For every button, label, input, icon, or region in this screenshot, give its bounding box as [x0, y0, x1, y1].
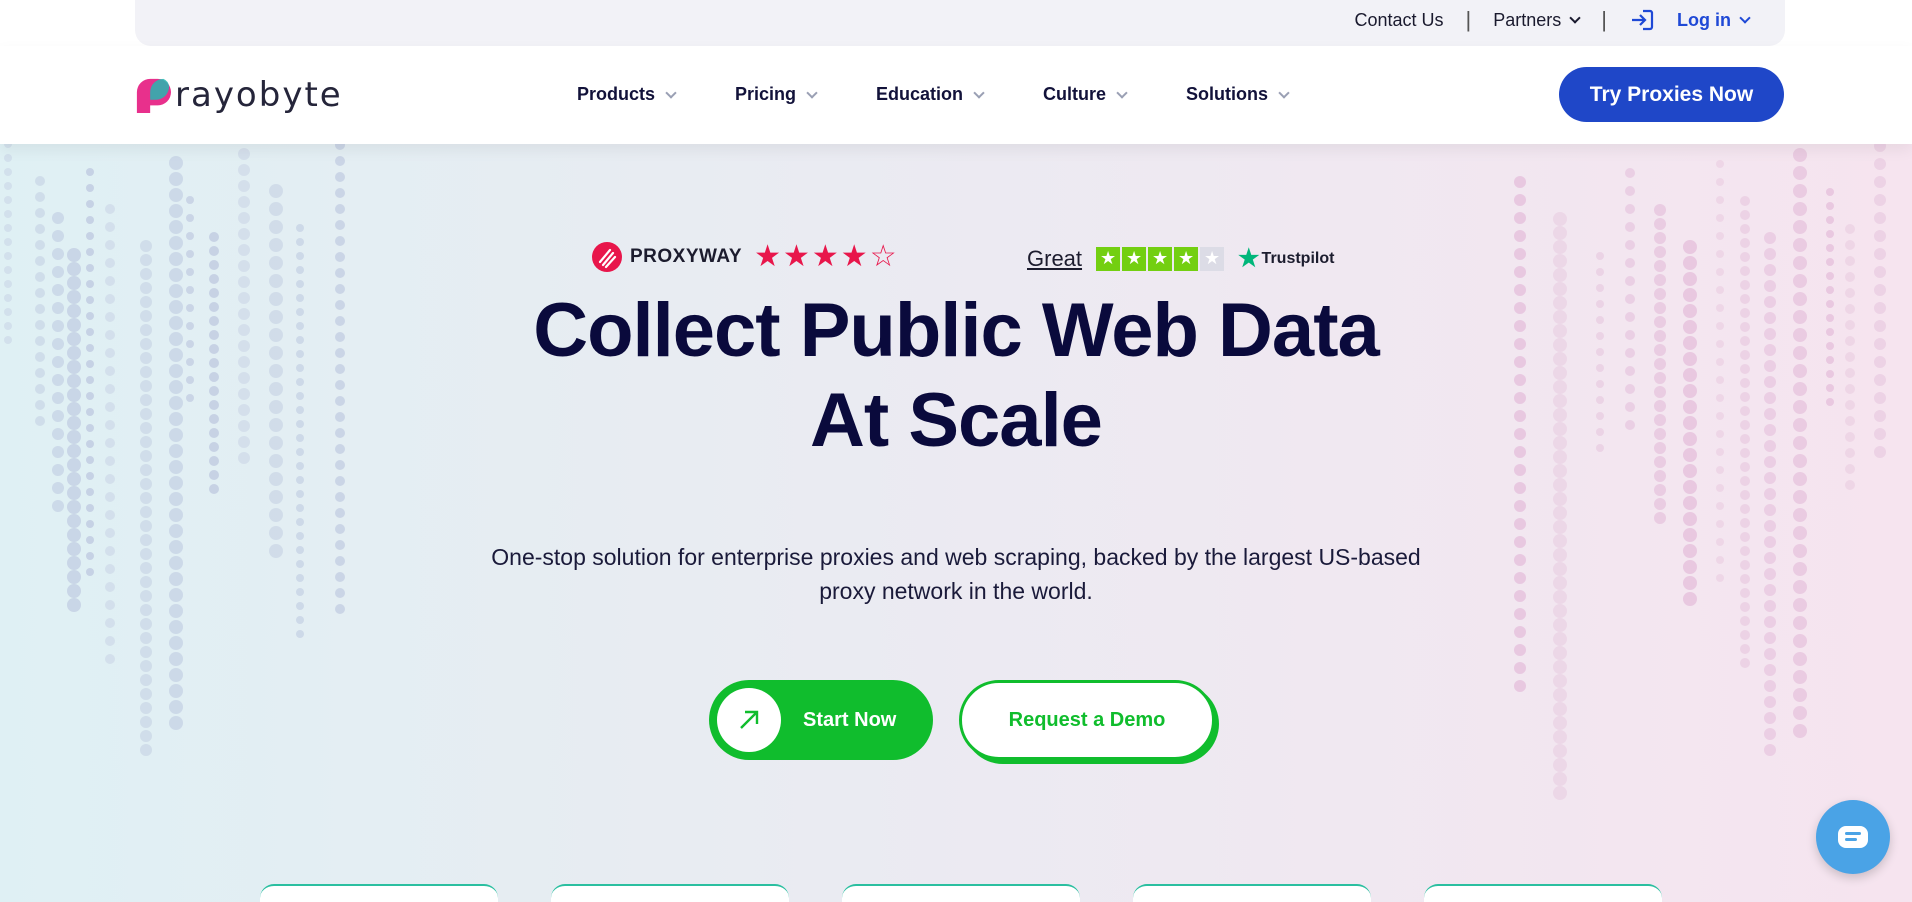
partners-menu[interactable]: Partners: [1493, 9, 1581, 31]
nav-item-label: Culture: [1043, 84, 1107, 104]
partners-label: Partners: [1493, 9, 1562, 30]
ratings-row: PROXYWAY ★ ★ ★ ★ ☆ Great ★ ★ ★ ★ ★ ★ Tru…: [0, 242, 1912, 282]
feature-card[interactable]: [1133, 884, 1371, 902]
star-filled-icon: ★: [811, 240, 839, 273]
hero-headline: Collect Public Web Data At Scale: [0, 286, 1912, 466]
start-now-button[interactable]: Start Now: [709, 680, 933, 760]
nav-item-label: Education: [876, 84, 964, 104]
proxyway-name: PROXYWAY: [630, 246, 743, 267]
nav-item-solutions[interactable]: Solutions: [1186, 84, 1290, 105]
divider: |: [1465, 7, 1472, 32]
star-filled-icon: ★: [840, 240, 868, 273]
star-empty-icon: ★: [1200, 246, 1225, 271]
feature-card[interactable]: [260, 884, 498, 902]
star-filled-icon: ★: [754, 240, 781, 273]
proxyway-stars: ★ ★ ★ ★ ☆: [754, 242, 897, 272]
logo[interactable]: rayobyte: [135, 75, 343, 115]
hero-cta-group: Start Now Request a Demo: [709, 680, 1215, 760]
nav-item-label: Solutions: [1186, 84, 1269, 104]
star-filled-icon: ★: [1096, 246, 1121, 271]
trustpilot-brand-label: Trustpilot: [1261, 249, 1335, 267]
feature-card[interactable]: [842, 884, 1080, 902]
hero-section: PROXYWAY ★ ★ ★ ★ ☆ Great ★ ★ ★ ★ ★ ★ Tru…: [0, 144, 1912, 902]
login-label: Log in: [1677, 9, 1731, 30]
logo-mark-icon: [136, 78, 171, 113]
feature-card[interactable]: [551, 884, 789, 902]
nav-item-products[interactable]: Products: [577, 84, 677, 105]
utility-links: Contact Us | Partners | Log in: [1355, 7, 1751, 33]
star-filled-icon: ★: [1122, 246, 1147, 271]
hero-subtext: One-stop solution for enterprise proxies…: [0, 540, 1912, 608]
login-arrow-icon: [1632, 9, 1654, 31]
chevron-down-icon: [665, 86, 677, 99]
subtext-line-1: One-stop solution for enterprise proxies…: [491, 544, 1421, 570]
nav-item-label: Pricing: [735, 84, 797, 104]
trustpilot-brand: ★ Trustpilot: [1238, 244, 1334, 273]
contact-us-link[interactable]: Contact Us: [1355, 10, 1444, 31]
start-circle: [717, 688, 781, 752]
feature-card[interactable]: [1424, 884, 1662, 902]
nav-item-culture[interactable]: Culture: [1043, 84, 1128, 105]
trustpilot-label: Great: [1027, 245, 1083, 271]
chevron-down-icon: [806, 86, 818, 99]
request-demo-button[interactable]: Request a Demo: [959, 680, 1215, 760]
star-filled-icon: ★: [782, 240, 810, 273]
chat-launcher-button[interactable]: [1816, 800, 1890, 874]
main-navbar: rayobyte Products Pricing Education Cult…: [0, 46, 1912, 144]
star-empty-icon: ☆: [869, 240, 897, 273]
trustpilot-stars: ★ ★ ★ ★ ★: [1096, 246, 1225, 271]
proxyway-rating[interactable]: PROXYWAY ★ ★ ★ ★ ☆: [592, 242, 897, 272]
chevron-down-icon: [1569, 12, 1581, 24]
chevron-down-icon: [1278, 86, 1290, 99]
star-filled-icon: ★: [1174, 246, 1199, 271]
divider: |: [1601, 7, 1608, 32]
start-now-label: Start Now: [803, 708, 897, 731]
star-filled-icon: ★: [1148, 246, 1173, 271]
headline-line-1: Collect Public Web Data: [533, 288, 1380, 373]
trustpilot-rating[interactable]: Great ★ ★ ★ ★ ★ ★ Trustpilot: [1027, 244, 1334, 273]
chevron-down-icon: [973, 86, 985, 99]
nav-item-education[interactable]: Education: [876, 84, 985, 105]
chat-icon: [1838, 826, 1868, 848]
utility-bar: Contact Us | Partners | Log in: [135, 0, 1785, 46]
logo-wordmark: rayobyte: [175, 75, 343, 115]
headline-line-2: At Scale: [810, 378, 1103, 463]
nav-item-pricing[interactable]: Pricing: [735, 84, 818, 105]
arrow-up-right-icon: [740, 710, 759, 729]
login-menu[interactable]: Log in: [1629, 8, 1751, 32]
chevron-down-icon: [1739, 12, 1751, 24]
nav-menu: Products Pricing Education Culture Solut…: [577, 84, 1290, 105]
proxyway-logo-icon: [592, 242, 622, 272]
trustpilot-star-icon: ★: [1238, 245, 1260, 272]
chevron-down-icon: [1116, 86, 1128, 99]
subtext-line-2: proxy network in the world.: [819, 578, 1093, 604]
nav-item-label: Products: [577, 84, 656, 104]
try-proxies-button[interactable]: Try Proxies Now: [1559, 67, 1784, 122]
